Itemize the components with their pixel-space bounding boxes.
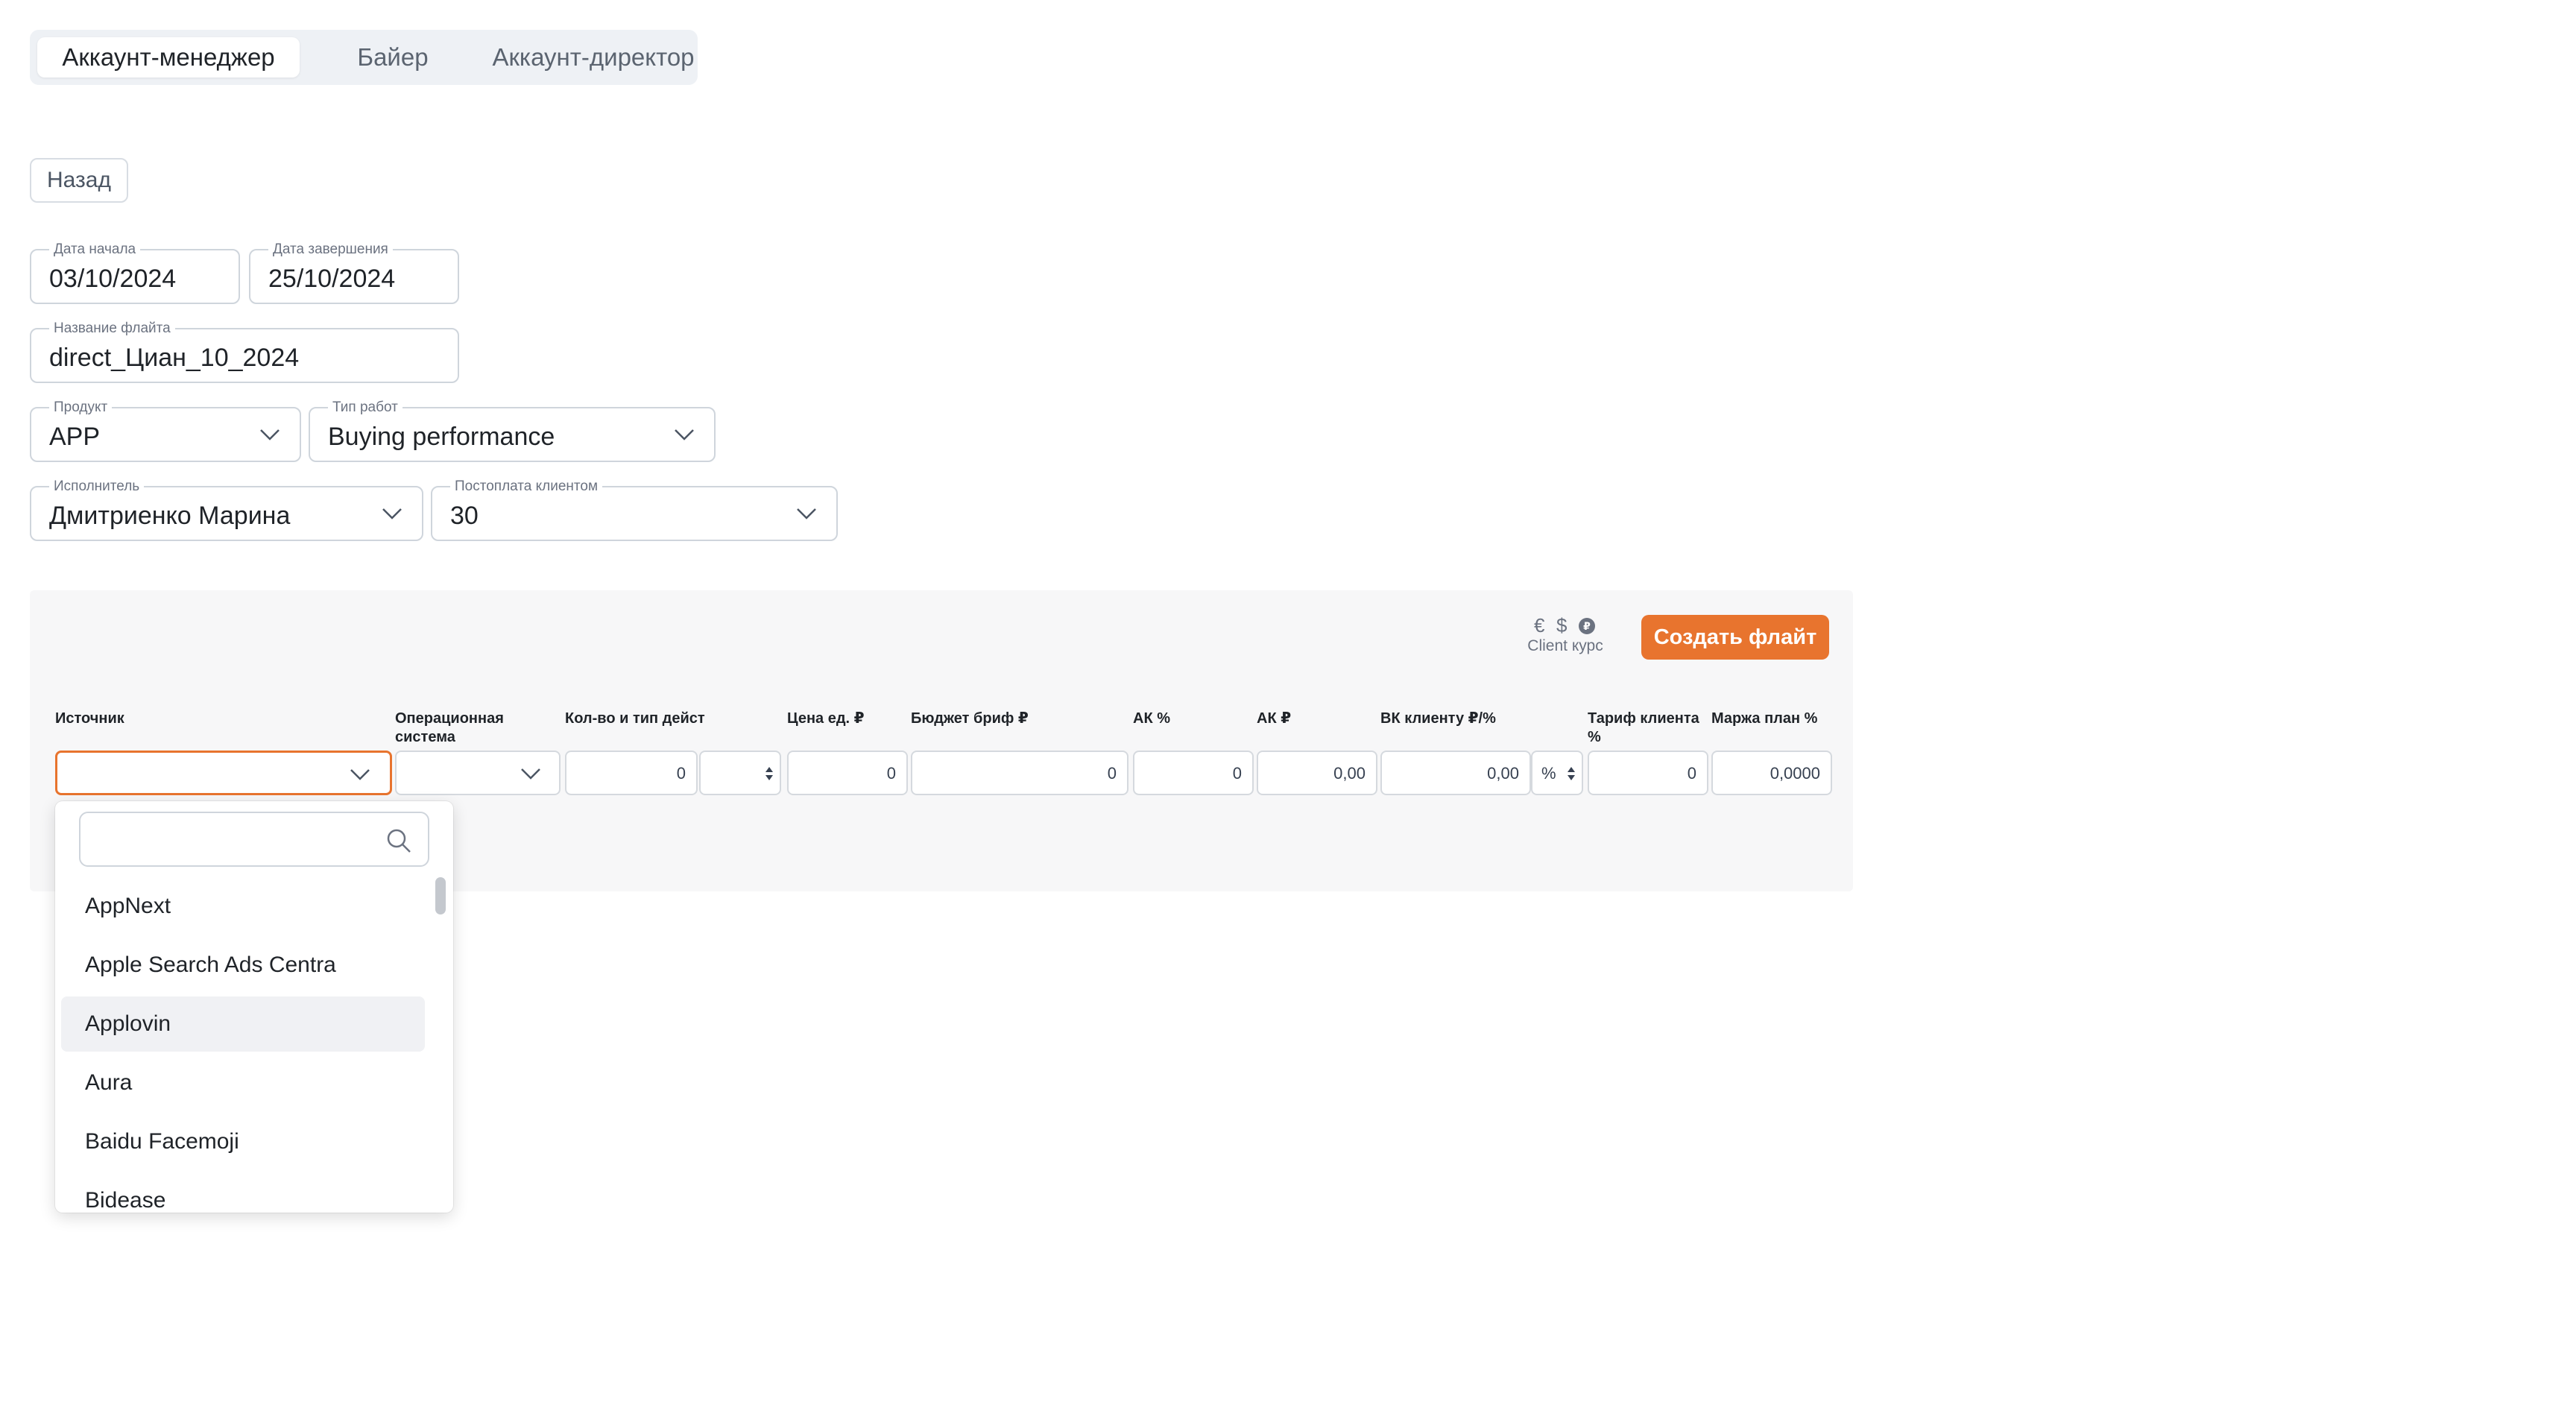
margin-value: 0,0000 <box>1770 764 1820 783</box>
margin-input[interactable]: 0,0000 <box>1711 751 1832 795</box>
col-header-ak-percent: АК % <box>1133 710 1170 727</box>
unit-price-input[interactable]: 0 <box>787 751 908 795</box>
vk-value: 0,00 <box>1487 764 1519 783</box>
search-icon <box>387 829 411 853</box>
vk-input[interactable]: 0,00 <box>1380 751 1531 795</box>
chevron-down-icon <box>260 429 280 440</box>
qty-input[interactable]: 0 <box>565 751 698 795</box>
postpay-value: 30 <box>450 502 479 530</box>
tab-account-manager[interactable]: Аккаунт-менеджер <box>37 37 300 78</box>
postpay-label: Постоплата клиентом <box>450 478 603 495</box>
currency-switch[interactable]: € $ ₽ <box>1530 615 1598 636</box>
source-option[interactable]: Apple Search Ads Centra <box>61 938 425 993</box>
sort-arrows-icon <box>1568 767 1575 780</box>
chevron-down-icon <box>350 769 370 780</box>
flight-name-label: Название флайта <box>49 320 175 337</box>
col-header-margin: Маржа план % <box>1711 710 1818 727</box>
dropdown-scrollbar[interactable] <box>434 876 447 1213</box>
ak-rub-value: 0,00 <box>1333 764 1366 783</box>
work-type-value: Buying performance <box>328 423 555 451</box>
tariff-input[interactable]: 0 <box>1588 751 1708 795</box>
end-date-field[interactable]: Дата завершения 25/10/2024 <box>249 241 459 304</box>
source-option[interactable]: Aura <box>61 1055 425 1111</box>
col-header-ak-rub: АК ₽ <box>1257 710 1292 727</box>
product-value: APP <box>49 423 101 451</box>
budget-input[interactable]: 0 <box>911 751 1128 795</box>
end-date-label: Дата завершения <box>268 241 393 258</box>
executor-select[interactable]: Исполнитель Дмитриенко Марина <box>30 478 423 541</box>
tab-account-director[interactable]: Аккаунт-директор <box>483 37 704 78</box>
source-option-highlighted[interactable]: Applovin <box>61 996 425 1052</box>
action-type-select[interactable] <box>699 751 781 795</box>
back-button[interactable]: Назад <box>30 158 128 203</box>
executor-value: Дмитриенко Марина <box>49 502 291 530</box>
col-header-qty: Кол-во и тип дейст <box>565 710 705 727</box>
dollar-icon[interactable]: $ <box>1556 615 1567 636</box>
col-header-budget: Бюджет бриф ₽ <box>911 710 1029 727</box>
col-header-os: Операционная система <box>395 710 504 745</box>
vk-unit-select[interactable]: % <box>1531 751 1583 795</box>
chevron-down-icon <box>797 508 816 519</box>
create-flight-button[interactable]: Создать флайт <box>1641 615 1829 660</box>
qty-value: 0 <box>676 764 686 783</box>
col-header-tariff: Тариф клиента % <box>1588 710 1699 745</box>
col-header-vk: ВК клиенту ₽/% <box>1380 710 1496 727</box>
os-select[interactable] <box>395 751 561 795</box>
start-date-label: Дата начала <box>49 241 141 258</box>
ak-percent-value: 0 <box>1232 764 1242 783</box>
source-dropdown-menu: AppNext Apple Search Ads Centra Applovin… <box>55 801 453 1213</box>
source-search-input[interactable] <box>79 812 429 867</box>
product-label: Продукт <box>49 399 113 416</box>
work-type-select[interactable]: Тип работ Buying performance <box>309 399 716 462</box>
source-option[interactable]: Bidease <box>61 1173 425 1213</box>
unit-price-value: 0 <box>886 764 896 783</box>
tariff-value: 0 <box>1687 764 1696 783</box>
flight-name-field[interactable]: Название флайта direct_Циан_10_2024 <box>30 320 459 383</box>
end-date-value: 25/10/2024 <box>268 265 396 293</box>
col-header-source: Источник <box>55 710 124 727</box>
ak-percent-input[interactable]: 0 <box>1133 751 1254 795</box>
chevron-down-icon <box>521 768 540 780</box>
source-option[interactable]: AppNext <box>61 879 425 934</box>
product-select[interactable]: Продукт APP <box>30 399 301 462</box>
tab-buyer[interactable]: Байер <box>310 37 476 78</box>
budget-value: 0 <box>1107 764 1117 783</box>
chevron-down-icon <box>675 429 694 440</box>
col-header-unit-price: Цена ед. ₽ <box>787 710 865 727</box>
work-type-label: Тип работ <box>328 399 402 416</box>
source-option[interactable]: Baidu Facemoji <box>61 1114 425 1169</box>
role-tabs: Аккаунт-менеджер Байер Аккаунт-директор <box>30 30 698 85</box>
flight-name-value: direct_Циан_10_2024 <box>49 344 300 372</box>
euro-icon[interactable]: € <box>1534 615 1544 636</box>
start-date-value: 03/10/2024 <box>49 265 177 293</box>
start-date-field[interactable]: Дата начала 03/10/2024 <box>30 241 240 304</box>
client-rate-label: Client курс <box>1527 637 1603 654</box>
dropdown-scroll-thumb[interactable] <box>435 877 446 914</box>
ak-rub-input[interactable]: 0,00 <box>1257 751 1377 795</box>
chevron-down-icon <box>382 508 402 519</box>
source-select[interactable] <box>55 751 392 795</box>
ruble-icon[interactable]: ₽ <box>1579 618 1595 634</box>
executor-label: Исполнитель <box>49 478 145 495</box>
vk-unit-value: % <box>1541 764 1556 783</box>
sort-arrows-icon <box>765 767 773 780</box>
postpay-select[interactable]: Постоплата клиентом 30 <box>431 478 838 541</box>
